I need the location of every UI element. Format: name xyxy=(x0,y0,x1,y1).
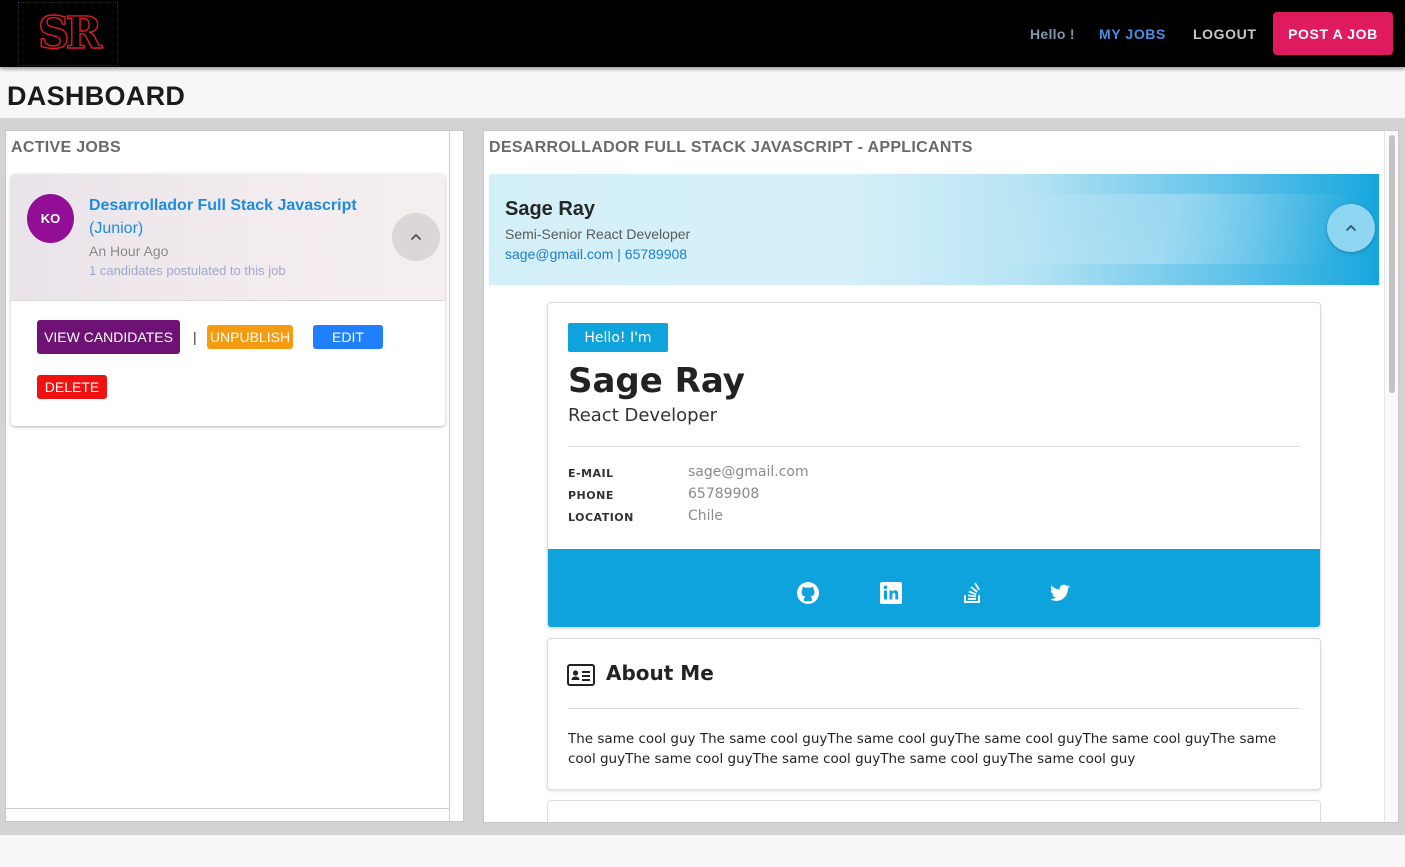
chevron-up-icon xyxy=(1346,225,1356,231)
twitter-icon[interactable] xyxy=(1048,581,1072,605)
avatar: KO xyxy=(27,194,74,243)
id-card-icon xyxy=(567,664,595,686)
greeting-text: Hello ! xyxy=(1030,26,1075,42)
job-posted-time: An Hour Ago xyxy=(89,243,169,259)
view-candidates-button[interactable]: VIEW CANDIDATES xyxy=(37,320,180,354)
divider xyxy=(568,708,1300,709)
job-card: KO Desarrollador Full Stack Javascript (… xyxy=(11,174,445,426)
delete-button[interactable]: DELETE xyxy=(37,375,107,399)
active-jobs-title: ACTIVE JOBS xyxy=(11,139,121,156)
phone-value: 65789908 xyxy=(688,486,760,502)
social-links-bar xyxy=(548,549,1320,627)
next-section-card xyxy=(547,800,1321,822)
dashboard-main: ACTIVE JOBS KO Desarrollador Full Stack … xyxy=(0,118,1405,835)
about-me-text: The same cool guy The same cool guyThe s… xyxy=(568,731,1277,767)
top-navbar: SR Hello ! MY JOBS LOGOUT POST A JOB xyxy=(0,0,1405,67)
logout-link[interactable]: LOGOUT xyxy=(1193,26,1256,42)
applicants-panel: DESARROLLADOR FULL STACK JAVASCRIPT - AP… xyxy=(483,130,1399,823)
about-me-card: About Me The same cool guy The same cool… xyxy=(547,638,1321,790)
applicant-contact[interactable]: sage@gmail.com | 65789908 xyxy=(505,246,687,262)
panel-divider xyxy=(6,808,450,809)
profile-name: Sage Ray xyxy=(568,361,745,401)
profile-role: React Developer xyxy=(568,405,718,426)
location-label: LOCATION xyxy=(568,511,634,524)
divider xyxy=(568,446,1300,447)
my-jobs-link[interactable]: MY JOBS xyxy=(1099,26,1166,42)
job-title[interactable]: Desarrollador Full Stack Javascript xyxy=(89,196,379,216)
applicant-name: Sage Ray xyxy=(505,198,596,220)
github-icon[interactable] xyxy=(796,581,820,605)
scrollbar-thumb[interactable] xyxy=(1389,135,1395,393)
post-job-button[interactable]: POST A JOB xyxy=(1273,12,1393,55)
page-title: DASHBOARD xyxy=(7,81,186,111)
stackoverflow-icon[interactable] xyxy=(961,581,985,605)
header-decoration xyxy=(976,194,1362,264)
profile-card: Hello! I'm Sage Ray React Developer E-MA… xyxy=(547,302,1321,628)
collapse-applicant-button[interactable] xyxy=(1327,204,1375,252)
about-me-title: About Me xyxy=(606,661,714,685)
logo[interactable]: SR xyxy=(18,2,118,66)
job-card-header[interactable]: KO Desarrollador Full Stack Javascript (… xyxy=(11,174,445,301)
collapse-job-button[interactable] xyxy=(392,213,440,261)
email-label: E-MAIL xyxy=(568,467,614,480)
unpublish-button[interactable]: UNPUBLISH xyxy=(207,325,293,349)
job-level: (Junior) xyxy=(89,220,144,237)
email-value: sage@gmail.com xyxy=(688,464,809,480)
button-separator: | xyxy=(193,329,197,345)
hello-tag: Hello! I'm xyxy=(568,323,668,352)
applicant-header[interactable]: Sage Ray Semi-Senior React Developer sag… xyxy=(489,174,1379,285)
panel-divider xyxy=(449,131,450,821)
scrollbar[interactable] xyxy=(1384,131,1398,822)
active-jobs-panel: ACTIVE JOBS KO Desarrollador Full Stack … xyxy=(5,130,464,822)
logo-text: SR xyxy=(37,8,103,59)
applicant-role: Semi-Senior React Developer xyxy=(505,226,691,242)
chevron-up-icon xyxy=(411,234,421,240)
location-value: Chile xyxy=(688,508,724,524)
job-candidates-count: 1 candidates postulated to this job xyxy=(89,263,286,278)
edit-button[interactable]: EDIT xyxy=(313,325,383,349)
linkedin-icon[interactable] xyxy=(879,581,903,605)
phone-label: PHONE xyxy=(568,489,614,502)
applicants-title: DESARROLLADOR FULL STACK JAVASCRIPT - AP… xyxy=(489,139,973,156)
